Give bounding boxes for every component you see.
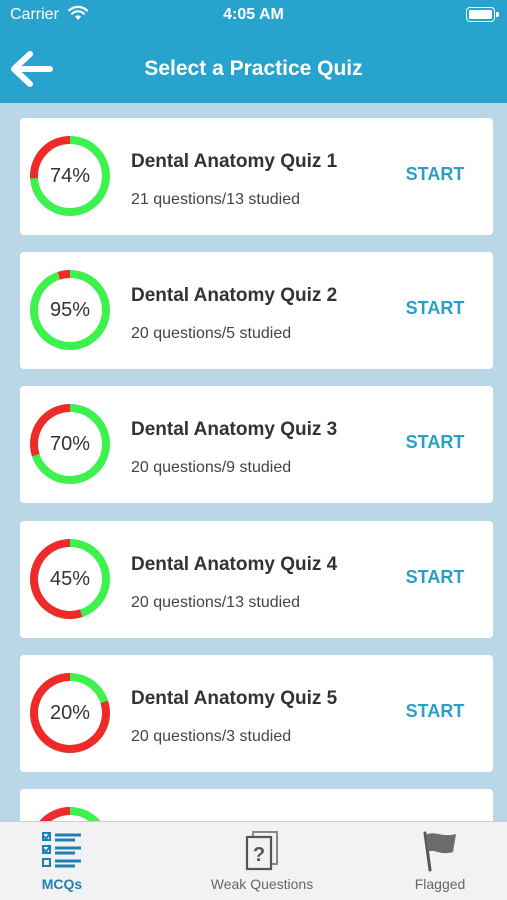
quiz-card-4[interactable]: 45% Dental Anatomy Quiz 4 20 questions/1…: [20, 521, 493, 638]
status-time: 4:05 AM: [223, 6, 284, 23]
progress-percent: 74%: [49, 165, 91, 187]
quiz-title: Dental Anatomy Quiz 5: [131, 688, 338, 709]
progress-percent: 20%: [49, 702, 91, 724]
quiz-question-count: 20 questions/3 studied: [131, 728, 292, 745]
progress-percent: 95%: [49, 299, 91, 321]
tab-label: MCQs: [41, 876, 83, 892]
battery-icon: [466, 7, 499, 22]
quiz-card-2[interactable]: 95% Dental Anatomy Quiz 2 20 questions/5…: [20, 252, 493, 369]
quiz-title: Dental Anatomy Quiz 1: [131, 151, 338, 172]
quiz-title: Dental Anatomy Quiz 3: [131, 419, 338, 440]
svg-text:?: ?: [253, 844, 265, 866]
quiz-card-5[interactable]: 20% Dental Anatomy Quiz 5 20 questions/3…: [20, 655, 493, 772]
flag-icon: [420, 830, 460, 877]
progress-percent: 45%: [49, 568, 91, 590]
tab-flagged[interactable]: Flagged: [396, 822, 484, 900]
tab-label: Flagged: [414, 876, 466, 892]
status-bar: Carrier 4:05 AM: [0, 0, 507, 30]
start-button[interactable]: START: [396, 698, 474, 724]
navigation-bar: Carrier 4:05 AM Select a Practice Quiz: [0, 0, 507, 103]
start-button[interactable]: START: [396, 564, 474, 590]
checklist-icon: [41, 830, 83, 875]
start-button[interactable]: START: [396, 161, 474, 187]
progress-percent: 70%: [49, 433, 91, 455]
progress-ring: [39, 806, 101, 821]
start-button[interactable]: START: [396, 295, 474, 321]
tab-label: Weak Questions: [210, 876, 314, 892]
quiz-question-count: 20 questions/13 studied: [131, 594, 301, 611]
quiz-card-partial[interactable]: [20, 789, 493, 821]
quiz-title: Dental Anatomy Quiz 2: [131, 285, 338, 306]
quiz-title: Dental Anatomy Quiz 4: [131, 554, 338, 575]
page-title: Select a Practice Quiz: [144, 57, 363, 80]
tab-bar: MCQs ? Weak Questions Flagged: [0, 821, 507, 900]
quiz-question-count: 20 questions/9 studied: [131, 459, 292, 476]
quiz-list[interactable]: 74% Dental Anatomy Quiz 1 21 questions/1…: [0, 103, 507, 821]
tab-weak-questions[interactable]: ? Weak Questions: [188, 822, 336, 900]
tab-mcqs[interactable]: MCQs: [0, 822, 124, 900]
quiz-question-count: 21 questions/13 studied: [131, 191, 301, 208]
quiz-card-1[interactable]: 74% Dental Anatomy Quiz 1 21 questions/1…: [20, 118, 493, 235]
quiz-card-3[interactable]: 70% Dental Anatomy Quiz 3 20 questions/9…: [20, 386, 493, 503]
start-button[interactable]: START: [396, 429, 474, 455]
question-card-icon: ?: [245, 830, 279, 877]
quiz-question-count: 20 questions/5 studied: [131, 325, 292, 342]
